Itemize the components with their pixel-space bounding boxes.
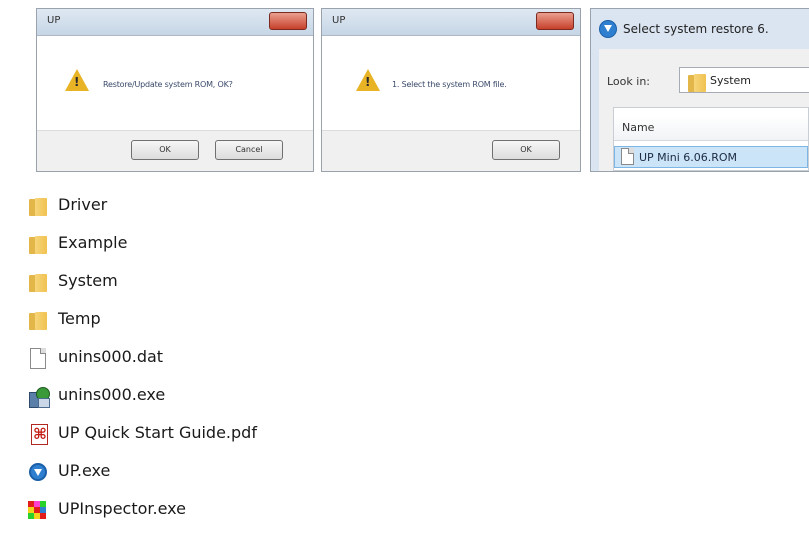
document-icon: [620, 171, 633, 172]
select-rom-dialog: UP 1. Select the system ROM file. OK: [321, 8, 581, 172]
list-item[interactable]: unins000.exe: [28, 382, 328, 410]
installer-icon: [28, 386, 50, 408]
up-app-icon: [599, 20, 617, 38]
list-item[interactable]: [614, 169, 808, 172]
file-name: UP Mini 6.06.ROM: [639, 151, 738, 164]
file-name: unins000.exe: [58, 385, 166, 404]
ok-button[interactable]: OK: [492, 140, 560, 160]
dialog-message: Restore/Update system ROM, OK?: [103, 80, 233, 89]
document-icon: [28, 348, 50, 370]
folder-icon: [688, 74, 706, 92]
inspector-app-icon: [28, 500, 50, 522]
warning-icon: [65, 69, 89, 91]
look-in-value: System: [710, 74, 752, 87]
folder-icon: [28, 234, 50, 256]
restore-confirm-dialog: UP Restore/Update system ROM, OK? OK Can…: [36, 8, 314, 172]
file-name: Example: [58, 233, 128, 252]
file-name: unins000.dat: [58, 347, 164, 366]
list-item[interactable]: System: [28, 268, 328, 296]
dialog-body: Look in: System Name UP Mini 6.06.ROM: [599, 49, 809, 171]
document-icon: [621, 148, 634, 165]
file-name: UP.exe: [58, 461, 111, 480]
close-button[interactable]: [269, 12, 307, 30]
list-item[interactable]: UPInspector.exe: [28, 496, 328, 524]
dialog-footer: OK: [322, 130, 580, 171]
folder-icon: [28, 272, 50, 294]
dialog-title: Select system restore 6.: [623, 22, 769, 36]
file-list[interactable]: Name UP Mini 6.06.ROM: [613, 107, 809, 171]
title-bar: UP: [322, 9, 580, 36]
cancel-button[interactable]: Cancel: [215, 140, 283, 160]
dialog-body: Restore/Update system ROM, OK?: [37, 36, 313, 131]
file-name: UP Quick Start Guide.pdf: [58, 423, 257, 442]
ok-button[interactable]: OK: [131, 140, 199, 160]
title-bar: UP: [37, 9, 313, 36]
column-header-name[interactable]: Name: [614, 116, 808, 141]
dialog-footer: OK Cancel: [37, 130, 313, 171]
dialog-body: 1. Select the system ROM file.: [322, 36, 580, 131]
file-open-dialog: Select system restore 6. Look in: System…: [590, 8, 809, 172]
up-app-icon: [28, 462, 50, 484]
warning-icon: [356, 69, 380, 91]
dialog-title: UP: [332, 15, 346, 26]
dialog-message: 1. Select the system ROM file.: [392, 80, 507, 89]
look-in-dropdown[interactable]: System: [679, 67, 809, 93]
look-in-label: Look in:: [607, 75, 650, 88]
folder-icon: [28, 196, 50, 218]
folder-icon: [28, 310, 50, 332]
list-item-selected[interactable]: UP Mini 6.06.ROM: [614, 146, 808, 168]
dialog-title: UP: [47, 15, 61, 26]
list-item[interactable]: ⌘ UP Quick Start Guide.pdf: [28, 420, 328, 448]
list-item[interactable]: UP.exe: [28, 458, 328, 486]
list-item[interactable]: unins000.dat: [28, 344, 328, 372]
file-name: UPInspector.exe: [58, 499, 186, 518]
file-name: System: [58, 271, 118, 290]
list-item[interactable]: Driver: [28, 192, 328, 220]
close-button[interactable]: [536, 12, 574, 30]
file-name: Temp: [58, 309, 101, 328]
pdf-icon: ⌘: [31, 424, 48, 445]
file-name: Driver: [58, 195, 108, 214]
list-item[interactable]: Temp: [28, 306, 328, 334]
list-item[interactable]: Example: [28, 230, 328, 258]
